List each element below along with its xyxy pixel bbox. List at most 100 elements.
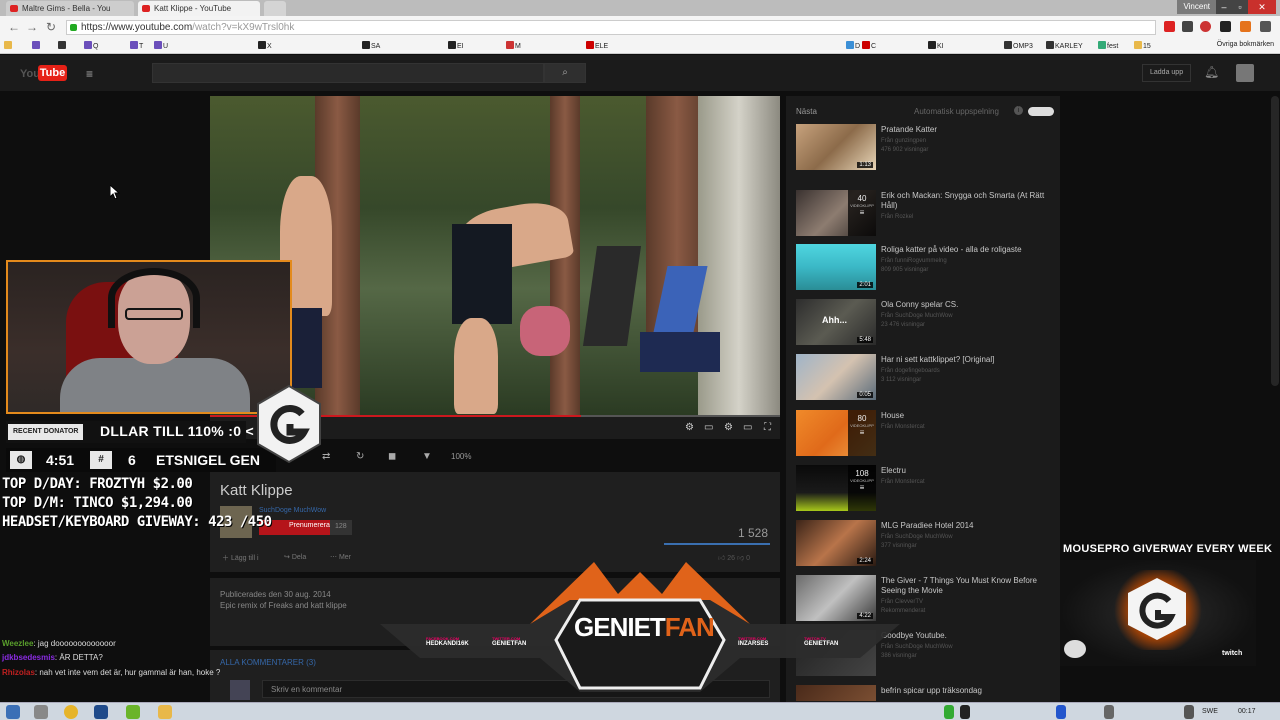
repeat-icon[interactable]: ↻ bbox=[356, 451, 364, 462]
extension-icon[interactable] bbox=[1200, 21, 1211, 32]
recommended-title[interactable]: The Giver - 7 Things You Must Know Befor… bbox=[881, 576, 1051, 596]
bookmark-item[interactable]: 15 bbox=[1134, 41, 1151, 51]
video-thumbnail[interactable]: 80 VIDEOKLIPP ≡ bbox=[796, 410, 876, 456]
recommended-playlist[interactable]: 80 VIDEOKLIPP ≡ House Från Monstercat bbox=[796, 410, 1052, 462]
close-window-button[interactable]: ✕ bbox=[1248, 0, 1276, 14]
video-thumbnail[interactable]: 108 VIDEOKLIPP ≡ bbox=[796, 465, 876, 511]
reload-icon[interactable]: ↻ bbox=[46, 20, 56, 34]
volume-icon[interactable] bbox=[1184, 705, 1194, 719]
extension-icon[interactable] bbox=[1164, 21, 1175, 32]
bookmark-item[interactable]: KARLEY bbox=[1046, 41, 1083, 51]
comments-header[interactable]: ALLA KOMMENTARER (3) bbox=[220, 658, 316, 667]
back-icon[interactable]: ← bbox=[8, 20, 20, 34]
tray-icon[interactable] bbox=[1104, 705, 1114, 719]
search-button[interactable]: ⌕ bbox=[544, 63, 586, 83]
quality-hd-icon[interactable]: ⚙ bbox=[724, 422, 733, 433]
settings-gear-icon[interactable]: ⚙ bbox=[685, 422, 694, 433]
recommended-video[interactable]: 2:01 Roliga katter på video - alla de ro… bbox=[796, 244, 1052, 296]
bookmark-item[interactable]: C bbox=[862, 41, 876, 51]
bookmark-item[interactable]: Q bbox=[84, 41, 98, 51]
video-player[interactable] bbox=[210, 96, 780, 417]
video-thumbnail[interactable]: 0:05 bbox=[796, 354, 876, 400]
recommended-title[interactable]: Erik och Mackan: Snygga och Smarta (At R… bbox=[881, 191, 1051, 211]
more-button[interactable]: ⋯ Mer bbox=[330, 553, 351, 561]
tray-icon[interactable] bbox=[960, 705, 970, 719]
youtube-logo[interactable]: You Tube bbox=[20, 65, 68, 82]
hamburger-menu-icon[interactable]: ≡ bbox=[86, 67, 93, 81]
tray-icon[interactable] bbox=[1056, 705, 1066, 719]
folder-icon[interactable] bbox=[158, 705, 172, 719]
chrome-menu-icon[interactable] bbox=[1260, 21, 1271, 32]
bookmark-item[interactable]: KI bbox=[928, 41, 944, 51]
language-indicator[interactable]: SWE bbox=[1202, 708, 1218, 715]
channel-name-link[interactable]: SuchDoge MuchWow bbox=[259, 507, 326, 514]
recommended-title[interactable]: Goodbye Youtube. bbox=[881, 631, 1051, 641]
filter-icon[interactable]: ▼ bbox=[422, 451, 432, 462]
bookmark-item[interactable]: ELE bbox=[586, 41, 608, 51]
recommended-video[interactable]: 0:05 Har ni sett kattklippet? [Original]… bbox=[796, 354, 1052, 406]
bookmark-item[interactable]: T bbox=[130, 41, 143, 51]
maximize-button[interactable]: ▫ bbox=[1232, 0, 1248, 14]
other-bookmarks-folder[interactable]: Övriga bokmärken bbox=[1217, 41, 1274, 48]
bookmark-item[interactable] bbox=[32, 41, 41, 51]
video-thumbnail[interactable]: Ahh... 5:48 bbox=[796, 299, 876, 345]
recommended-views: 3 112 visningar bbox=[881, 377, 922, 383]
streamer-shirt bbox=[60, 358, 250, 412]
bookmark-item[interactable]: X bbox=[258, 41, 272, 51]
bookmark-item[interactable]: D bbox=[846, 41, 860, 51]
notification-bell-icon[interactable]: 🔔︎ bbox=[1204, 65, 1219, 79]
start-button-icon[interactable] bbox=[6, 705, 20, 719]
recommended-video[interactable]: 40 VIDEOKLIPP ≡ Erik och Mackan: Snygga oc… bbox=[796, 190, 1052, 242]
tray-icon[interactable] bbox=[944, 705, 954, 719]
recommended-title[interactable]: befrin spicar upp träksondag bbox=[881, 686, 1051, 696]
bookmark-item[interactable]: OMP3 bbox=[1004, 41, 1033, 51]
url-input[interactable]: https://www.youtube.com/watch?v=kX9wTrsl… bbox=[66, 20, 1156, 35]
recommended-video[interactable]: Ahh... 5:48 Ola Conny spelar CS. Från Suc… bbox=[796, 299, 1052, 351]
theater-mode-icon[interactable]: ▭ bbox=[743, 422, 752, 433]
bookmark-item[interactable]: M bbox=[506, 41, 521, 51]
recommended-title[interactable]: Electru bbox=[881, 466, 1051, 476]
extension-icon[interactable] bbox=[1182, 21, 1193, 32]
bookmark-item[interactable] bbox=[58, 41, 67, 51]
search-input[interactable] bbox=[152, 63, 544, 83]
tab-maltre-gims[interactable]: Maltre Gims - Bella - You bbox=[6, 1, 134, 16]
recommended-title[interactable]: MLG Paradiee Hotel 2014 bbox=[881, 521, 1051, 531]
clock[interactable]: 00:17 bbox=[1238, 708, 1256, 715]
recommended-views: 377 visningar bbox=[881, 543, 917, 549]
video-thumbnail[interactable]: 40 VIDEOKLIPP ≡ bbox=[796, 190, 876, 236]
app-icon[interactable] bbox=[126, 705, 140, 719]
forward-icon[interactable]: → bbox=[26, 20, 38, 34]
new-tab-button[interactable] bbox=[264, 1, 286, 16]
recommended-playlist[interactable]: 108 VIDEOKLIPP ≡ Electru Från Monstercat bbox=[796, 465, 1052, 517]
autoplay-toggle[interactable] bbox=[1028, 107, 1054, 116]
explorer-icon[interactable] bbox=[34, 705, 48, 719]
recommended-title[interactable]: Roliga katter på video - alla de roligas… bbox=[881, 245, 1051, 255]
bookmark-item[interactable]: EI bbox=[448, 41, 464, 51]
subtitles-icon[interactable]: ▭ bbox=[704, 422, 713, 433]
page-scrollbar[interactable] bbox=[1271, 96, 1279, 386]
info-icon[interactable]: i bbox=[1014, 106, 1023, 115]
tab-katt-klippe[interactable]: Katt Klippe - YouTube bbox=[138, 1, 260, 16]
minimize-button[interactable]: – bbox=[1216, 0, 1232, 14]
bookmark-item[interactable]: fest bbox=[1098, 41, 1118, 51]
bookmark-item[interactable]: SA bbox=[362, 41, 380, 51]
recommended-title[interactable]: Pratande Katter bbox=[881, 125, 1051, 135]
extension-icon[interactable] bbox=[1240, 21, 1251, 32]
steam-icon[interactable] bbox=[94, 705, 108, 719]
add-to-button[interactable]: ＋ Lägg till i bbox=[222, 553, 259, 563]
upload-button[interactable]: Ladda upp bbox=[1142, 64, 1192, 82]
recommended-title[interactable]: Ola Conny spelar CS. bbox=[881, 300, 1051, 310]
bookmark-folder-icon[interactable] bbox=[4, 41, 13, 51]
share-button[interactable]: ↪ Dela bbox=[284, 553, 306, 561]
recommended-title[interactable]: Har ni sett kattklippet? [Original] bbox=[881, 355, 1051, 365]
recommended-title[interactable]: House bbox=[881, 411, 1051, 421]
video-thumbnail[interactable]: 1:13 bbox=[796, 124, 876, 170]
chrome-icon[interactable] bbox=[64, 705, 78, 719]
screenshot-icon[interactable]: ◼ bbox=[388, 451, 396, 462]
video-thumbnail[interactable]: 2:01 bbox=[796, 244, 876, 290]
bookmark-item[interactable]: U bbox=[154, 41, 168, 51]
extension-icon[interactable] bbox=[1220, 21, 1231, 32]
recommended-video[interactable]: 1:13 Pratande Katter Från gunzingpen 476… bbox=[796, 124, 1052, 176]
account-avatar[interactable] bbox=[1236, 64, 1254, 82]
fullscreen-icon[interactable]: ⛶ bbox=[764, 422, 771, 433]
